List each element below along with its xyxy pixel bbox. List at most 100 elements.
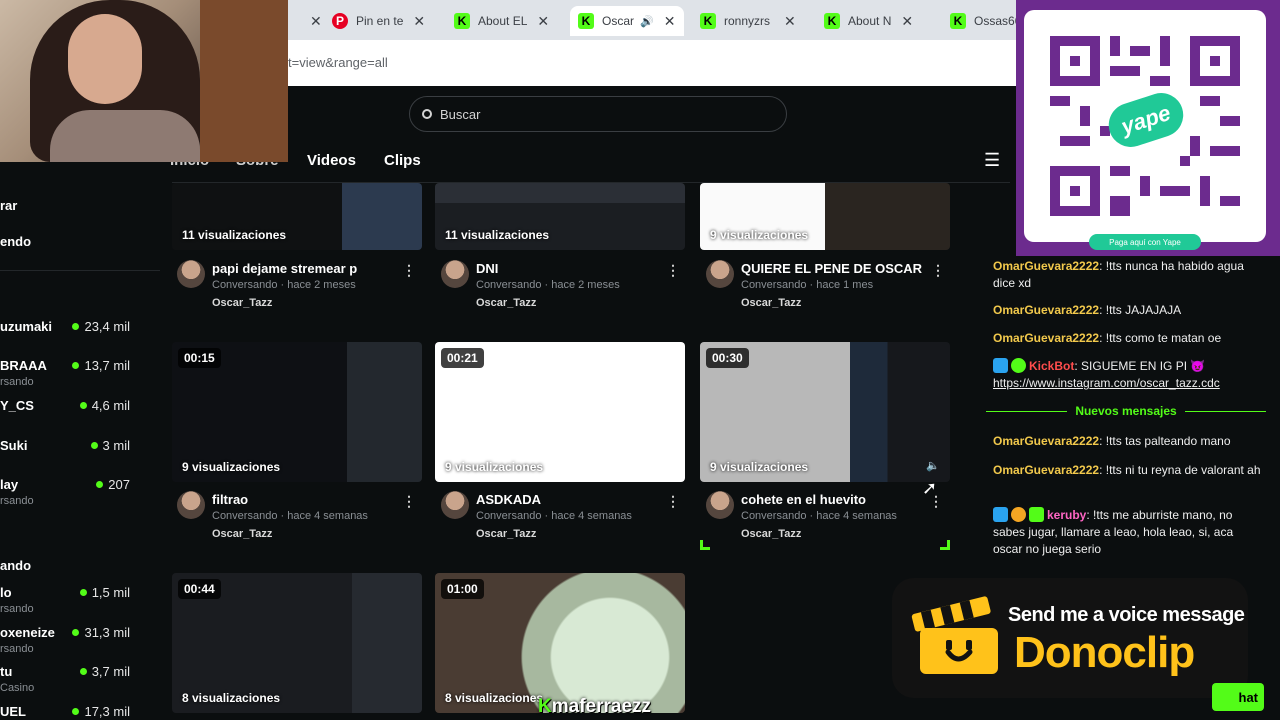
clip-channel[interactable]: Oscar_Tazz xyxy=(741,297,801,309)
channel-name: Y_CS xyxy=(0,398,34,413)
chat-send-button[interactable]: hat xyxy=(1212,683,1264,711)
speaker-icon: 🔊 xyxy=(640,15,654,28)
chat-message: OmarGuevara2222: !tts ni tu reyna de val… xyxy=(993,463,1261,477)
channel-name: uzumaki xyxy=(0,319,53,334)
avatar[interactable] xyxy=(441,260,469,288)
live-dot xyxy=(96,481,104,488)
chat-message: KickBot: SIGUEME EN IG PI 😈 https://www.… xyxy=(993,358,1220,390)
channel-category: rsando xyxy=(0,643,34,655)
close-tab-icon[interactable]: ✕ xyxy=(537,13,549,30)
verified-badge-icon xyxy=(1011,358,1026,373)
chat-username[interactable]: OmarGuevara2222 xyxy=(993,331,1099,345)
clip-channel[interactable]: Oscar_Tazz xyxy=(212,297,272,309)
more-options-icon[interactable]: ⋮ xyxy=(402,493,416,510)
chat-username[interactable]: keruby xyxy=(1047,508,1086,522)
search-input[interactable]: Buscar xyxy=(409,96,787,132)
view-count: 9 visualizaciones xyxy=(710,460,809,474)
chat-message: keruby: !tts me aburriste mano, no sabes… xyxy=(993,507,1234,556)
clip-thumbnail[interactable]: 00:30 9 visualizaciones 🔈 xyxy=(700,342,950,482)
avatar[interactable] xyxy=(177,260,205,288)
clip-thumbnail[interactable]: 9 visualizaciones xyxy=(700,183,950,250)
more-options-icon[interactable]: ⋮ xyxy=(666,262,680,279)
viewer-count: 3,7 mil xyxy=(79,664,130,679)
close-tab-icon[interactable]: ✕ xyxy=(664,13,676,30)
sidebar-divider xyxy=(0,270,160,271)
webcam-overlay xyxy=(0,0,288,162)
close-tab-icon[interactable]: ✕ xyxy=(901,13,913,30)
chat-message: OmarGuevara2222: !tts como te matan oe xyxy=(993,331,1222,345)
clip-meta: Conversando · hace 4 semanas xyxy=(741,510,897,522)
close-tab-icon[interactable]: ✕ xyxy=(413,13,425,30)
clip-thumbnail[interactable]: 00:21 9 visualizaciones xyxy=(435,342,685,482)
close-tab-icon[interactable]: ✕ xyxy=(784,13,796,30)
clip-title[interactable]: cohete en el huevito xyxy=(741,492,866,507)
avatar[interactable] xyxy=(706,260,734,288)
kick-icon: K xyxy=(950,13,966,29)
clip-channel[interactable]: Oscar_Tazz xyxy=(476,528,536,540)
hover-corner xyxy=(940,540,950,550)
live-dot xyxy=(72,708,80,715)
clip-title[interactable]: papi dejame stremear p xyxy=(212,261,357,276)
tab-clips[interactable]: Clips xyxy=(384,152,421,169)
viewer-count: 13,7 mil xyxy=(72,358,130,373)
viewer-count: 23,4 mil xyxy=(72,319,130,334)
clip-channel[interactable]: Oscar_Tazz xyxy=(476,297,536,309)
chat-username[interactable]: OmarGuevara2222 xyxy=(993,463,1099,477)
kick-icon: K xyxy=(454,13,470,29)
view-count: 8 visualizaciones xyxy=(445,691,544,705)
clip-duration: 00:21 xyxy=(441,348,484,368)
live-dot xyxy=(72,323,80,330)
browser-tab[interactable]: K Ossas66 xyxy=(950,6,1021,36)
volume-icon[interactable]: 🔈 xyxy=(926,459,940,472)
browser-tab[interactable]: ✕ xyxy=(300,6,322,36)
subscriber-badge-icon xyxy=(1011,507,1026,522)
clip-title[interactable]: filtrao xyxy=(212,492,248,507)
chat-username[interactable]: OmarGuevara2222 xyxy=(993,434,1099,448)
browser-tab-active[interactable]: K Oscar 🔊 ✕ xyxy=(570,6,684,36)
live-dot xyxy=(79,589,87,596)
search-icon xyxy=(422,109,432,119)
tab-videos[interactable]: Videos xyxy=(307,152,356,169)
donoclip-tagline: Send me a voice message xyxy=(1008,604,1245,626)
clip-thumbnail[interactable]: 11 visualizaciones xyxy=(172,183,422,250)
viewer-count: 4,6 mil xyxy=(79,398,130,413)
sidebar-item-explore[interactable]: rar xyxy=(0,198,17,213)
browser-tab[interactable]: P Pin en te ✕ xyxy=(332,6,425,36)
clip-thumbnail[interactable]: 01:00 8 visualizaciones xyxy=(435,573,685,713)
new-messages-divider: Nuevos mensajes xyxy=(986,404,1267,418)
channel-name: tu xyxy=(0,664,13,679)
more-options-icon[interactable]: ⋮ xyxy=(666,493,680,510)
chat-link[interactable]: https://www.instagram.com/oscar_tazz.cdc xyxy=(993,376,1220,390)
browser-tab[interactable]: K About N ✕ xyxy=(824,6,913,36)
emote-icon: 😈 xyxy=(1190,359,1206,373)
clip-channel[interactable]: Oscar_Tazz xyxy=(212,528,272,540)
chat-username[interactable]: OmarGuevara2222 xyxy=(993,303,1099,317)
chat-username[interactable]: OmarGuevara2222 xyxy=(993,259,1099,273)
sort-menu-icon[interactable]: ☰ xyxy=(984,150,1000,171)
address-bar[interactable]: t=view&range=all xyxy=(288,40,1016,86)
chat-username[interactable]: KickBot xyxy=(1029,359,1074,373)
close-tab-icon[interactable]: ✕ xyxy=(310,13,322,30)
gift-badge-icon xyxy=(1029,507,1044,522)
url-text: t=view&range=all xyxy=(288,55,388,70)
more-options-icon[interactable]: ⋮ xyxy=(931,262,945,279)
clip-thumbnail[interactable]: 11 visualizaciones xyxy=(435,183,685,250)
live-dot xyxy=(90,442,98,449)
chat-text: !tts ni tu reyna de valorant ah xyxy=(1105,463,1261,477)
sidebar-item-following[interactable]: endo xyxy=(0,234,31,249)
avatar[interactable] xyxy=(706,491,734,519)
clip-meta: Conversando · hace 4 semanas xyxy=(212,510,368,522)
avatar[interactable] xyxy=(177,491,205,519)
clip-channel[interactable]: Oscar_Tazz xyxy=(741,528,801,540)
more-options-icon[interactable]: ⋮ xyxy=(402,262,416,279)
avatar[interactable] xyxy=(441,491,469,519)
browser-tab[interactable]: K About EL ✕ xyxy=(454,6,549,36)
clip-title[interactable]: DNI xyxy=(476,261,498,276)
clip-thumbnail[interactable]: 00:44 8 visualizaciones xyxy=(172,573,422,713)
channel-name: BRAAA xyxy=(0,358,47,373)
clip-title[interactable]: ASDKADA xyxy=(476,492,541,507)
clip-thumbnail[interactable]: 00:15 9 visualizaciones xyxy=(172,342,422,482)
channel-category: rsando xyxy=(0,376,34,388)
browser-tab[interactable]: K ronnyzrs ✕ xyxy=(700,6,796,36)
clip-title[interactable]: QUIERE EL PENE DE OSCAR xyxy=(741,261,922,276)
